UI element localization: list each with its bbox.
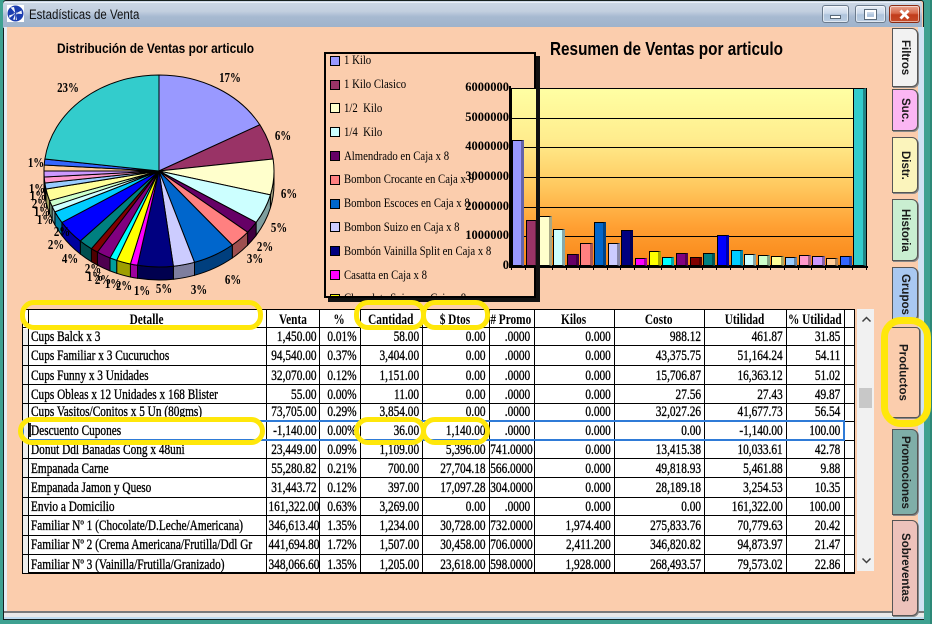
svg-text:6%: 6% bbox=[281, 186, 297, 202]
svg-text:1%: 1% bbox=[29, 181, 45, 197]
svg-text:23%: 23% bbox=[57, 80, 79, 96]
svg-text:6%: 6% bbox=[275, 128, 291, 144]
svg-text:5%: 5% bbox=[156, 281, 172, 297]
svg-text:6%: 6% bbox=[225, 272, 241, 288]
svg-text:1%: 1% bbox=[28, 155, 44, 171]
svg-text:3%: 3% bbox=[191, 282, 207, 298]
svg-text:1%: 1% bbox=[134, 283, 150, 299]
svg-text:3%: 3% bbox=[247, 251, 263, 267]
svg-text:5%: 5% bbox=[271, 220, 287, 236]
svg-text:4%: 4% bbox=[62, 251, 78, 267]
svg-text:2%: 2% bbox=[54, 224, 70, 240]
svg-text:17%: 17% bbox=[219, 70, 241, 86]
svg-text:2%: 2% bbox=[85, 261, 101, 277]
